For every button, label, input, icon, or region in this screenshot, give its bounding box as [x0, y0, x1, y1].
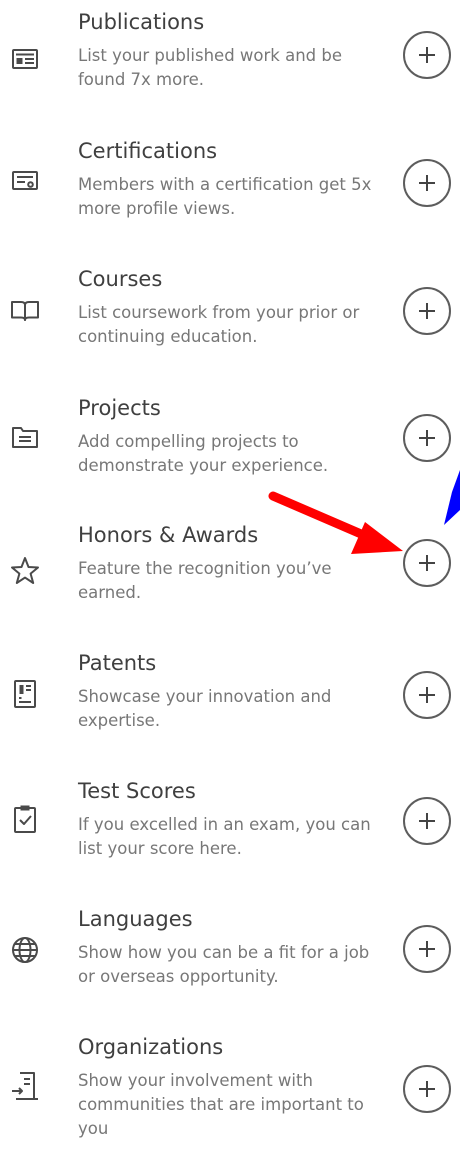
section-description: Show your involvement with communities t…	[78, 1071, 364, 1138]
plus-icon	[419, 687, 435, 703]
section-description: List your published work and be found 7x…	[78, 46, 343, 89]
section-title: Honors & Awards	[78, 523, 259, 547]
add-course-button[interactable]	[403, 287, 451, 335]
add-language-button[interactable]	[403, 925, 451, 973]
section-description: Show how you can be a fit for a job or o…	[78, 943, 370, 986]
section-title: Organizations	[78, 1035, 224, 1059]
section-honors-awards: Honors & Awards Feature the recognition …	[0, 521, 460, 649]
add-certification-button[interactable]	[403, 159, 451, 207]
plus-icon	[419, 941, 435, 957]
add-patent-button[interactable]	[403, 671, 451, 719]
section-patents: Patents Showcase your innovation and exp…	[0, 649, 460, 777]
section-description: Showcase your innovation and expertise.	[78, 687, 332, 730]
section-title: Languages	[78, 907, 193, 931]
book-icon	[8, 293, 42, 327]
section-description: If you excelled in an exam, you can list…	[78, 815, 371, 858]
add-publication-button[interactable]	[403, 31, 451, 79]
section-title: Patents	[78, 651, 157, 675]
certificate-icon	[8, 164, 42, 198]
section-organizations: Organizations Show your involvement with…	[0, 1033, 460, 1161]
plus-icon	[419, 175, 435, 191]
plus-icon	[419, 813, 435, 829]
section-title: Publications	[78, 10, 205, 34]
section-description: List coursework from your prior or conti…	[78, 303, 360, 346]
section-description: Members with a certification get 5x more…	[78, 175, 372, 218]
add-organization-button[interactable]	[403, 1065, 451, 1113]
section-courses: Courses List coursework from your prior …	[0, 265, 460, 393]
section-test-scores: Test Scores If you excelled in an exam, …	[0, 777, 460, 905]
add-honor-award-button[interactable]	[403, 539, 451, 587]
section-title: Courses	[78, 267, 163, 291]
plus-icon	[419, 1081, 435, 1097]
section-title: Test Scores	[78, 779, 196, 803]
plus-icon	[419, 555, 435, 571]
publication-icon	[8, 42, 42, 76]
add-test-score-button[interactable]	[403, 797, 451, 845]
clipboard-check-icon	[8, 802, 42, 836]
globe-icon	[8, 933, 42, 967]
section-title: Projects	[78, 396, 161, 420]
star-icon	[8, 554, 42, 588]
folder-icon	[8, 420, 42, 454]
plus-icon	[419, 430, 435, 446]
section-description: Add compelling projects to demonstrate y…	[78, 432, 329, 475]
building-entry-icon	[8, 1069, 42, 1103]
patent-icon	[8, 677, 42, 711]
section-languages: Languages Show how you can be a fit for …	[0, 905, 460, 1033]
plus-icon	[419, 303, 435, 319]
section-publications: Publications List your published work an…	[0, 8, 460, 136]
section-title: Certifications	[78, 139, 218, 163]
section-description: Feature the recognition you’ve earned.	[78, 559, 332, 602]
accomplishments-list: Publications List your published work an…	[0, 0, 460, 1155]
section-certifications: Certifications Members with a certificat…	[0, 137, 460, 265]
add-project-button[interactable]	[403, 414, 451, 462]
plus-icon	[419, 47, 435, 63]
section-projects: Projects Add compelling projects to demo…	[0, 394, 460, 522]
